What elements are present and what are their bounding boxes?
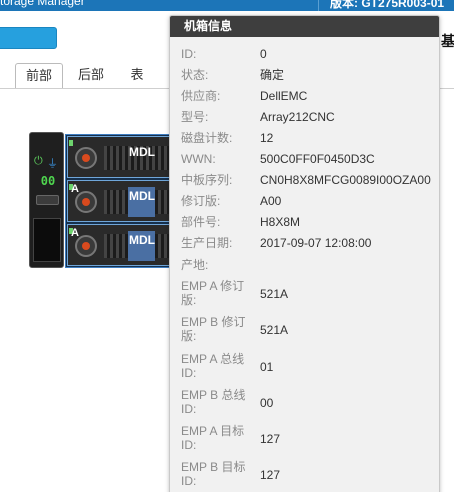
enclosure-id-display: 00 <box>40 174 56 188</box>
info-value: 127 <box>260 468 281 482</box>
info-key: EMP A 总线 ID: <box>181 352 245 380</box>
popup-title: 机箱信息 <box>170 16 439 37</box>
drive-latch-icon <box>75 235 97 257</box>
info-value: 00 <box>260 396 274 410</box>
info-value: 12 <box>260 131 274 145</box>
info-value: 2017-09-07 12:08:00 <box>260 236 372 250</box>
tab-table[interactable]: 表 <box>119 63 155 89</box>
drive-label: MDL <box>129 189 155 203</box>
info-key: 生产日期: <box>181 236 233 250</box>
info-value: 01 <box>260 360 274 374</box>
drive-label: MDL <box>129 233 155 247</box>
info-key: EMP A 修订版: <box>181 279 245 307</box>
page-title-fragment: 基 <box>441 33 454 49</box>
tab-rear[interactable]: 后部 <box>69 63 113 89</box>
info-key: EMP B 总线 ID: <box>181 388 246 416</box>
info-value: CN0H8X8MFCG0089I00OZA00 <box>260 173 431 187</box>
info-value: 521A <box>260 287 289 301</box>
info-key: 磁盘计数: <box>181 131 233 145</box>
info-value: 521A <box>260 323 289 337</box>
chassis-ear: ⏻ ⏚ 00 <box>29 132 64 268</box>
info-value: 0 <box>260 47 267 61</box>
network-icon: ⏚ <box>47 158 58 170</box>
info-key: 修订版: <box>181 194 221 208</box>
tab-front[interactable]: 前部 <box>15 63 63 89</box>
info-key: 型号: <box>181 110 209 124</box>
info-key: 供应商: <box>181 89 221 103</box>
version-label: 版本: GT275R003-01 <box>330 0 445 10</box>
drive-led-icon <box>69 140 73 146</box>
app-title: torage Manager <box>0 0 85 8</box>
info-value: 127 <box>260 432 281 446</box>
info-value: Array212CNC <box>260 110 335 124</box>
enclosure-info-popup: 机箱信息 ID: 0 状态: 确定 供应商: DellEMC 型号: Array… <box>169 15 440 492</box>
info-key: EMP B 修订版: <box>181 315 246 343</box>
topbar-divider <box>318 0 319 11</box>
info-value: 500C0FF0F0450D3C <box>260 152 375 166</box>
drive-latch-icon <box>75 147 97 169</box>
info-key: EMP B 目标 ID: <box>181 460 246 488</box>
info-value: A00 <box>260 194 282 208</box>
ear-slot <box>36 195 59 205</box>
power-icon: ⏻ <box>34 155 43 167</box>
info-value: DellEMC <box>260 89 308 103</box>
top-bar: torage Manager 版本: GT275R003-01 <box>0 0 454 11</box>
info-key: 状态: <box>181 68 209 82</box>
enclosure-front-view[interactable]: ⏻ ⏚ 00 MDL A MDL A MDL <box>29 132 207 268</box>
info-key: WWN: <box>181 152 216 166</box>
info-key: EMP A 目标 ID: <box>181 424 245 452</box>
action-button[interactable] <box>0 27 57 49</box>
drive-latch-icon <box>75 191 97 213</box>
info-value: H8X8M <box>260 215 301 229</box>
drive-label: MDL <box>129 145 155 159</box>
info-value: 确定 <box>260 68 285 82</box>
info-key: ID: <box>181 47 197 61</box>
info-key: 中板序列: <box>181 173 233 187</box>
ear-handle <box>33 218 61 262</box>
info-key: 部件号: <box>181 215 221 229</box>
info-key: 产地: <box>181 258 209 272</box>
